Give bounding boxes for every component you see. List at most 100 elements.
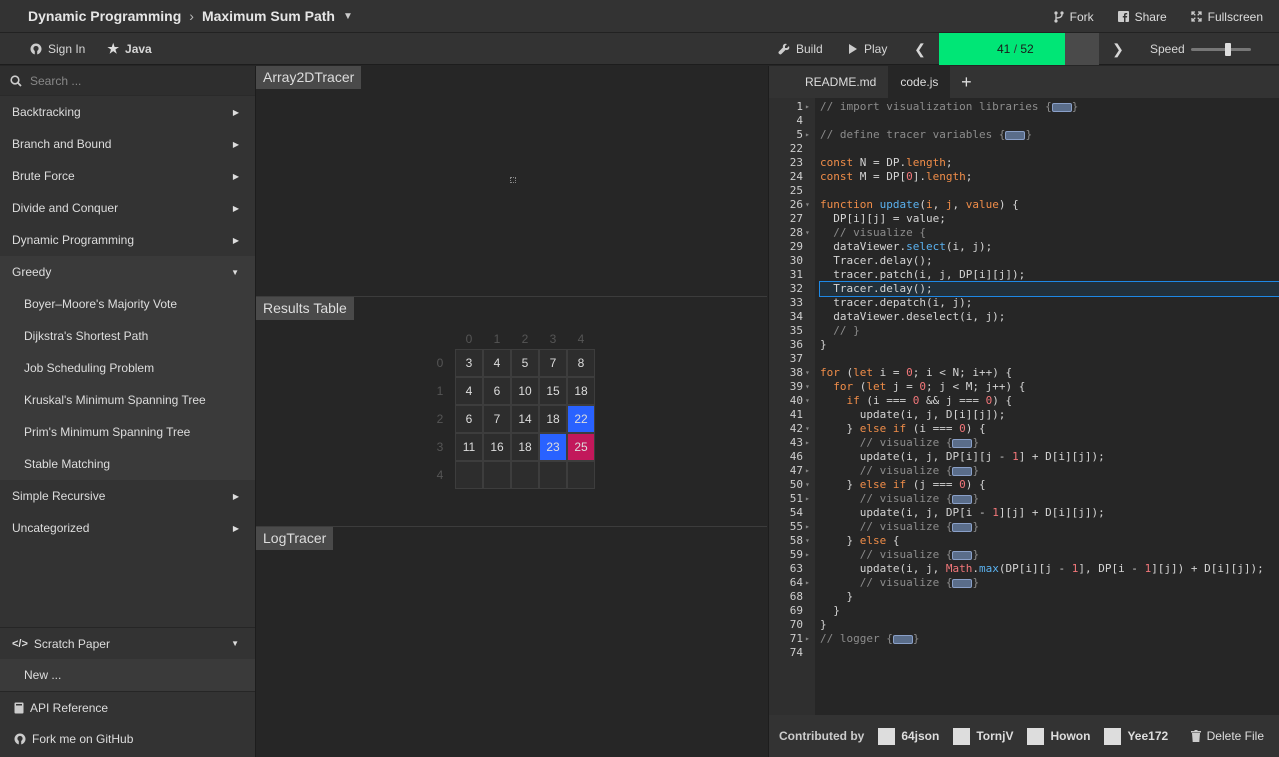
- speed-slider-handle[interactable]: [1225, 43, 1232, 56]
- sidebar-item[interactable]: Kruskal's Minimum Spanning Tree: [0, 384, 255, 416]
- add-tab-button[interactable]: +: [950, 66, 982, 98]
- sidebar-category-dynamic-programming[interactable]: Dynamic Programming ▶: [0, 224, 255, 256]
- fold-closed-icon[interactable]: ▸: [805, 576, 810, 590]
- sidebar-category-uncategorized[interactable]: Uncategorized ▶: [0, 512, 255, 544]
- code-line[interactable]: 22: [769, 142, 1279, 156]
- fold-open-icon[interactable]: ▾: [805, 380, 810, 394]
- code-line[interactable]: 4: [769, 114, 1279, 128]
- sidebar-category-divide-and-conquer[interactable]: Divide and Conquer ▶: [0, 192, 255, 224]
- code-line[interactable]: 24 const M = DP[0].length;: [769, 170, 1279, 184]
- fold-closed-icon[interactable]: ▸: [805, 632, 810, 646]
- tab-code-js[interactable]: code.js: [888, 66, 951, 98]
- code-line[interactable]: 23 const N = DP.length;: [769, 156, 1279, 170]
- search-input[interactable]: Search ...: [30, 74, 81, 88]
- code-line[interactable]: 25: [769, 184, 1279, 198]
- api-reference-link[interactable]: API Reference: [0, 691, 255, 723]
- sidebar-item[interactable]: Job Scheduling Problem: [0, 352, 255, 384]
- drag-handle-icon[interactable]: [510, 177, 516, 183]
- code-line[interactable]: 71 ▸ // logger {}: [769, 632, 1279, 646]
- sidebar-category-backtracking[interactable]: Backtracking ▶: [0, 96, 255, 128]
- sidebar-category-brute-force[interactable]: Brute Force ▶: [0, 160, 255, 192]
- code-line[interactable]: 28 ▾ // visualize {: [769, 226, 1279, 240]
- caret-down-icon[interactable]: ▼: [343, 11, 353, 22]
- code-line[interactable]: 69 }: [769, 604, 1279, 618]
- search-box[interactable]: Search ...: [0, 66, 255, 96]
- code-line[interactable]: 33 tracer.depatch(i, j);: [769, 296, 1279, 310]
- fold-open-icon[interactable]: ▾: [805, 478, 810, 492]
- code-line[interactable]: 34 dataViewer.deselect(i, j);: [769, 310, 1279, 324]
- code-line[interactable]: 27 DP[i][j] = value;: [769, 212, 1279, 226]
- code-line[interactable]: 31 tracer.patch(i, j, DP[i][j]);: [769, 268, 1279, 282]
- sidebar-item[interactable]: Stable Matching: [0, 448, 255, 480]
- code-line[interactable]: 38 ▾ for (let i = 0; i < N; i++) {: [769, 366, 1279, 380]
- github-link[interactable]: Fork me on GitHub: [0, 723, 255, 755]
- step-progress-bar[interactable]: 41 / 52: [939, 33, 1099, 65]
- sign-in-button[interactable]: Sign In: [30, 42, 85, 56]
- next-step-button[interactable]: ❯: [1111, 33, 1125, 65]
- speed-slider[interactable]: [1191, 43, 1251, 56]
- fold-closed-icon[interactable]: ▸: [805, 520, 810, 534]
- build-button[interactable]: Build: [778, 33, 823, 65]
- fold-open-icon[interactable]: ▾: [805, 366, 810, 380]
- fold-open-icon[interactable]: ▾: [805, 422, 810, 436]
- code-line[interactable]: 55 ▸ // visualize {}: [769, 520, 1279, 534]
- code-line[interactable]: 54 update(i, j, DP[i - 1][j] + D[i][j]);: [769, 506, 1279, 520]
- sidebar-category-simple-recursive[interactable]: Simple Recursive ▶: [0, 480, 255, 512]
- sidebar-category-greedy[interactable]: Greedy ▼: [0, 256, 255, 288]
- code-line[interactable]: 47 ▸ // visualize {}: [769, 464, 1279, 478]
- sidebar-category-branch-and-bound[interactable]: Branch and Bound ▶: [0, 128, 255, 160]
- code-line[interactable]: 68 }: [769, 590, 1279, 604]
- code-line[interactable]: 70}: [769, 618, 1279, 632]
- code-line[interactable]: 51 ▸ // visualize {}: [769, 492, 1279, 506]
- code-line[interactable]: 74: [769, 646, 1279, 660]
- fold-closed-icon[interactable]: ▸: [805, 492, 810, 506]
- contributor[interactable]: TornjV: [953, 727, 1013, 745]
- code-line[interactable]: 63 update(i, j, Math.max(DP[i][j - 1], D…: [769, 562, 1279, 576]
- code-line[interactable]: 37: [769, 352, 1279, 366]
- code-line[interactable]: 41 update(i, j, D[i][j]);: [769, 408, 1279, 422]
- code-line[interactable]: 32 Tracer.delay();: [769, 281, 1279, 297]
- fold-open-icon[interactable]: ▾: [805, 198, 810, 212]
- breadcrumb-category[interactable]: Dynamic Programming: [28, 8, 181, 24]
- fold-open-icon[interactable]: ▾: [805, 226, 810, 240]
- code-line[interactable]: 26 ▾ function update(i, j, value) {: [769, 198, 1279, 212]
- fold-closed-icon[interactable]: ▸: [805, 548, 810, 562]
- fork-button[interactable]: Fork: [1054, 10, 1094, 24]
- sidebar-item[interactable]: Dijkstra's Shortest Path: [0, 320, 255, 352]
- fold-open-icon[interactable]: ▾: [805, 534, 810, 548]
- previous-step-button[interactable]: ❮: [913, 33, 927, 65]
- page-title[interactable]: Maximum Sum Path: [202, 8, 335, 24]
- code-line[interactable]: 29 dataViewer.select(i, j);: [769, 240, 1279, 254]
- contributor[interactable]: Howon: [1027, 727, 1090, 745]
- new-scratch-item[interactable]: New ...: [0, 659, 255, 691]
- contributor[interactable]: 64json: [878, 727, 939, 745]
- code-line[interactable]: 40 ▾ if (i === 0 && j === 0) {: [769, 394, 1279, 408]
- fullscreen-button[interactable]: Fullscreen: [1190, 10, 1263, 24]
- fold-closed-icon[interactable]: ▸: [805, 100, 810, 114]
- fold-closed-icon[interactable]: ▸: [805, 464, 810, 478]
- code-line[interactable]: 58 ▾ } else {: [769, 534, 1279, 548]
- sidebar-item[interactable]: Prim's Minimum Spanning Tree: [0, 416, 255, 448]
- play-button[interactable]: Play: [848, 33, 887, 65]
- contributor[interactable]: Yee172: [1104, 727, 1168, 745]
- code-line[interactable]: 42 ▾ } else if (i === 0) {: [769, 422, 1279, 436]
- sidebar-item[interactable]: Boyer–Moore's Majority Vote: [0, 288, 255, 320]
- fold-closed-icon[interactable]: ▸: [805, 436, 810, 450]
- fold-open-icon[interactable]: ▾: [805, 394, 810, 408]
- share-button[interactable]: Share: [1117, 10, 1167, 24]
- tab-readme[interactable]: README.md: [793, 66, 888, 98]
- code-line[interactable]: 43 ▸ // visualize {}: [769, 436, 1279, 450]
- code-line[interactable]: 50 ▾ } else if (j === 0) {: [769, 478, 1279, 492]
- delete-file-button[interactable]: Delete File: [1190, 715, 1264, 757]
- fold-closed-icon[interactable]: ▸: [805, 128, 810, 142]
- code-line[interactable]: 39 ▾ for (let j = 0; j < M; j++) {: [769, 380, 1279, 394]
- code-line[interactable]: 35 // }: [769, 324, 1279, 338]
- code-line[interactable]: 5 ▸ // define tracer variables {}: [769, 128, 1279, 142]
- code-line[interactable]: 46 update(i, j, DP[i][j - 1] + D[i][j]);: [769, 450, 1279, 464]
- code-line[interactable]: 1 ▸ // import visualization libraries {}: [769, 100, 1279, 114]
- language-button[interactable]: ★ Java: [107, 41, 151, 57]
- code-line[interactable]: 30 Tracer.delay();: [769, 254, 1279, 268]
- code-line[interactable]: 64 ▸ // visualize {}: [769, 576, 1279, 590]
- code-line[interactable]: 36}: [769, 338, 1279, 352]
- code-line[interactable]: 59 ▸ // visualize {}: [769, 548, 1279, 562]
